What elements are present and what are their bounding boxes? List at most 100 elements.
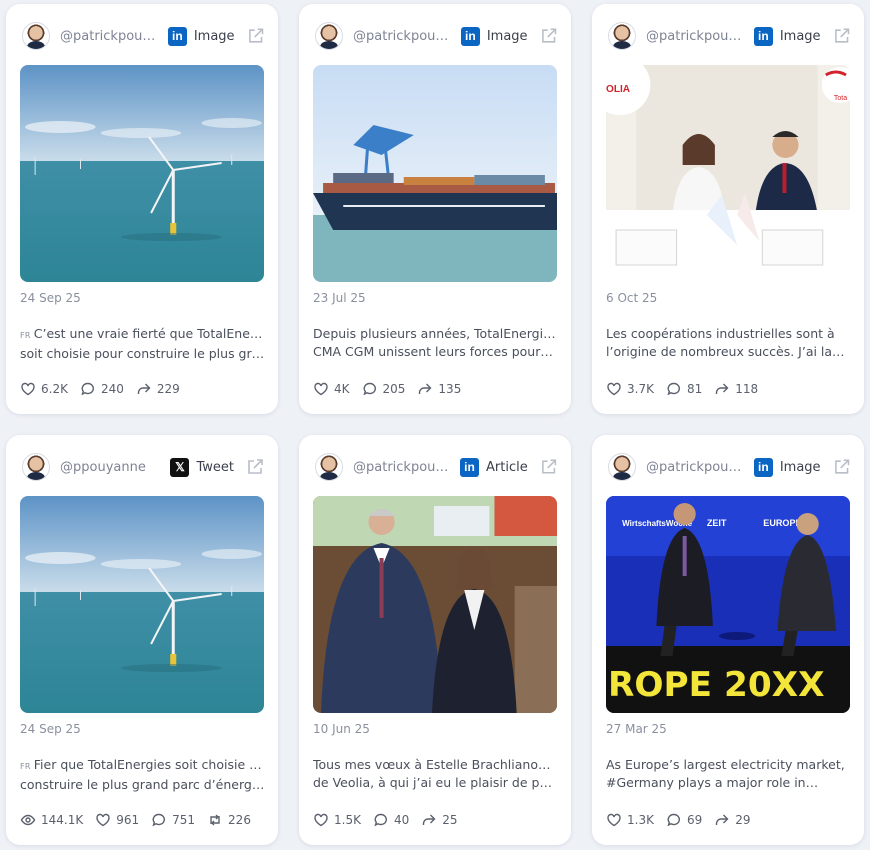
author-handle[interactable]: @ppouyanne	[60, 460, 162, 475]
avatar[interactable]	[22, 453, 50, 481]
post-date: 23 Jul 25	[313, 291, 366, 305]
likes-count: 1.3K	[627, 813, 654, 827]
card-header: @patrickpouy… in Image	[22, 20, 264, 52]
card-header: @patrickpouy… in Article	[315, 451, 557, 483]
external-link-icon[interactable]	[833, 27, 850, 45]
comments-stat: 205	[362, 381, 405, 397]
share-icon	[423, 814, 436, 825]
post-text-line: construire le plus grand parc d’énergie…	[20, 777, 266, 792]
post-date: 10 Jun 25	[313, 722, 370, 736]
external-link-icon[interactable]	[540, 458, 557, 476]
post-image[interactable]: WirtschaftsWoche ZEIT EUROPE ROPE 20XX	[606, 496, 850, 713]
external-link-icon[interactable]	[247, 27, 264, 45]
post-date: 6 Oct 25	[606, 291, 658, 305]
post-card[interactable]: @patrickpouy… in Image WirtschaftsWoche …	[592, 435, 864, 845]
shares-count: 135	[438, 382, 462, 396]
post-text[interactable]: FR C’est une vraie fierté que TotalEnergi…	[20, 325, 266, 361]
source-label: Article	[486, 459, 528, 475]
shares-count: 29	[735, 813, 751, 827]
card-header: @patrickpouy… in Image	[608, 451, 850, 483]
shares-count: 25	[442, 813, 458, 827]
source-indicator: in Image	[460, 26, 528, 46]
avatar[interactable]	[22, 22, 50, 50]
language-tag: FR	[20, 762, 31, 771]
views-stat: 144.1K	[20, 812, 83, 828]
post-image[interactable]: OLIA Tota	[606, 65, 850, 282]
likes-count: 961	[116, 813, 140, 827]
shares-stat: 118	[714, 381, 758, 397]
likes-stat: 4K	[313, 381, 350, 397]
stage-banner-text: ROPE 20XX	[608, 665, 824, 705]
post-card[interactable]: @ppouyanne 𝕏 Tweet 24 Sep 25 FR Fier que…	[6, 435, 278, 845]
post-card[interactable]: @patrickpouy… in Article 10 Jun 25 Tous …	[299, 435, 571, 845]
linkedin-icon: in	[753, 457, 773, 477]
post-text[interactable]: Les coopérations industrielles sont à l’…	[606, 325, 852, 361]
shares-stat: 25	[421, 812, 458, 828]
post-image[interactable]	[20, 496, 264, 713]
post-card[interactable]: @patrickpouy… in Image 23 Jul 25 Depuis …	[299, 4, 571, 414]
offshore-wind-turbine-photo	[20, 496, 264, 713]
post-text[interactable]: Tous mes vœux à Estelle Brachlianoff, DG…	[313, 756, 559, 792]
engagement-stats: 144.1K 961 751 226	[20, 812, 263, 828]
post-card[interactable]: @patrickpouy… in Image OLIA Tota 6 Oct 2…	[592, 4, 864, 414]
author-handle[interactable]: @patrickpouy…	[646, 29, 746, 44]
comments-stat: 40	[373, 812, 409, 828]
post-date: 27 Mar 25	[606, 722, 667, 736]
comments-count: 40	[393, 813, 410, 827]
heart-icon	[314, 382, 328, 396]
source-label: Image	[779, 459, 821, 475]
shares-stat: 29	[714, 812, 751, 828]
share-icon	[716, 383, 729, 394]
author-handle[interactable]: @patrickpouy…	[353, 29, 453, 44]
shares-count: 229	[156, 382, 180, 396]
x-icon: 𝕏	[170, 457, 190, 477]
external-link-icon[interactable]	[833, 458, 850, 476]
post-card[interactable]: @patrickpouy… in Image 24 Sep 25 FR C’es…	[6, 4, 278, 414]
external-link-icon[interactable]	[540, 27, 557, 45]
engagement-stats: 1.3K 69 29	[606, 812, 763, 828]
external-link-icon[interactable]	[246, 458, 264, 476]
source-indicator: in Image	[167, 26, 235, 46]
post-text-line: #Germany plays a major role in…	[606, 775, 819, 790]
comment-icon	[374, 813, 387, 827]
post-image[interactable]	[313, 496, 557, 713]
stage-zeit-text: ZEIT	[707, 518, 727, 528]
conference-stage-photo: WirtschaftsWoche ZEIT EUROPE ROPE 20XX	[606, 496, 850, 713]
likes-count: 6.2K	[41, 382, 68, 396]
source-indicator: in Image	[753, 26, 821, 46]
avatar[interactable]	[608, 453, 636, 481]
post-text[interactable]: As Europe’s largest electricity market, …	[606, 756, 852, 792]
post-text[interactable]: FR Fier que TotalEnergies soit choisie po…	[20, 756, 266, 792]
signing-ceremony-photo: OLIA Tota	[606, 65, 850, 282]
shares-stat: 229	[136, 381, 180, 397]
comments-stat: 751	[151, 812, 195, 828]
source-label: Image	[193, 28, 235, 44]
comments-stat: 69	[666, 812, 702, 828]
author-handle[interactable]: @patrickpouy…	[353, 460, 452, 475]
avatar[interactable]	[315, 22, 343, 50]
retweets-count: 226	[228, 813, 251, 827]
source-indicator: in Article	[460, 457, 528, 477]
post-text-line: As Europe’s largest electricity market,	[606, 757, 845, 772]
post-image[interactable]	[20, 65, 264, 282]
post-date: 24 Sep 25	[20, 291, 81, 305]
share-icon	[137, 383, 151, 394]
linkedin-icon: in	[460, 457, 479, 477]
author-handle[interactable]: @patrickpouy…	[60, 29, 160, 44]
heart-icon	[607, 382, 621, 396]
likes-count: 3.7K	[627, 382, 654, 396]
author-handle[interactable]: @patrickpouy…	[646, 460, 746, 475]
comment-icon	[81, 382, 94, 396]
likes-stat: 961	[95, 812, 139, 828]
stage-europe-text: EUROPE	[763, 518, 801, 528]
comment-icon	[152, 813, 166, 827]
heart-icon	[314, 813, 328, 827]
linkedin-icon: in	[460, 26, 480, 46]
post-text[interactable]: Depuis plusieurs années, TotalEnergies e…	[313, 325, 559, 361]
post-image[interactable]	[313, 65, 557, 282]
avatar[interactable]	[608, 22, 636, 50]
container-ship-port-photo	[313, 65, 557, 282]
post-text-line: Depuis plusieurs années, TotalEnergies e…	[313, 326, 559, 341]
shares-stat: 135	[417, 381, 461, 397]
avatar[interactable]	[315, 453, 343, 481]
